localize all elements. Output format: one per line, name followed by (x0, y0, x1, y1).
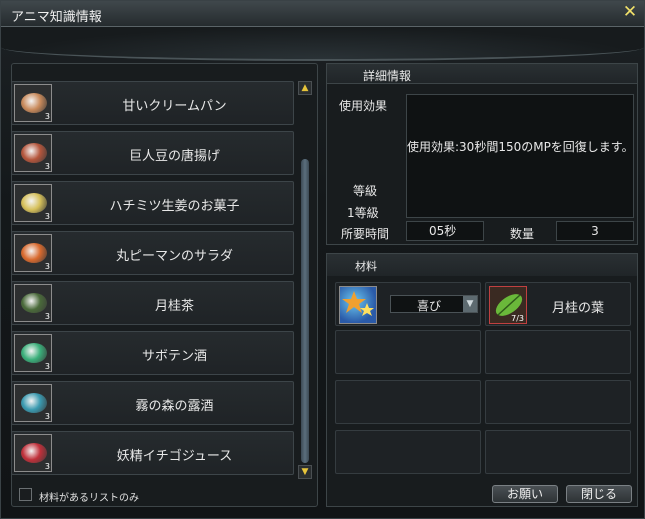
scroll-down-icon[interactable]: ▼ (298, 465, 312, 479)
list-item-label: 巨人豆の唐揚げ (128, 149, 220, 164)
item-swatch (21, 443, 47, 463)
list-item[interactable]: 3 霧の森の露酒 (11, 381, 294, 425)
materials-header-label: 材料 (355, 260, 377, 273)
salad-icon: 3 (14, 234, 52, 272)
materials-only-checkbox[interactable] (19, 488, 32, 501)
list-item[interactable]: 3 丸ピーマンのサラダ (11, 231, 294, 275)
item-count: 3 (44, 162, 50, 171)
item-swatch (21, 393, 47, 413)
scroll-thumb[interactable] (301, 159, 309, 463)
list-item[interactable]: 3 甘いクリームパン (11, 81, 294, 125)
item-count: 3 (44, 462, 50, 471)
list-item-label: サボテン酒 (141, 349, 207, 364)
item-count: 3 (44, 212, 50, 221)
grade-label: 等級 (353, 184, 378, 198)
list-item-label: 霧の森の露酒 (135, 399, 214, 414)
list-item[interactable]: 3 サボテン酒 (11, 331, 294, 375)
materials-header: 材料 (327, 254, 637, 276)
item-count: 3 (44, 312, 50, 321)
material-slot-emotion[interactable]: 喜び ▼ (335, 282, 481, 326)
item-swatch (21, 93, 47, 113)
item-count: 3 (44, 412, 50, 421)
list-item[interactable]: 3 巨人豆の唐揚げ (11, 131, 294, 175)
list-item-label: ハチミツ生姜のお菓子 (109, 199, 240, 214)
quantity-label: 数量 (510, 227, 535, 241)
time-label: 所要時間 (341, 227, 390, 241)
honey-snack-icon: 3 (14, 184, 52, 222)
detail-header-label: 詳細情報 (363, 69, 412, 83)
bread-icon: 3 (14, 84, 52, 122)
scroll-up-icon[interactable]: ▲ (298, 81, 312, 95)
list-item-label: 丸ピーマンのサラダ (115, 249, 233, 264)
leaf-count: 7/3 (511, 314, 524, 323)
material-slot-empty[interactable] (485, 430, 631, 474)
item-count: 3 (44, 362, 50, 371)
material-slot-leaf[interactable]: 7/3 月桂の葉 (485, 282, 631, 326)
item-swatch (21, 343, 47, 363)
star-icon (339, 286, 377, 324)
materials-panel: 材料 喜び ▼ 7/3 月桂の葉 (326, 253, 638, 507)
materials-only-label: 材料があるリストのみ (39, 493, 139, 504)
item-swatch (21, 293, 47, 313)
list-item-label: 月桂茶 (154, 299, 194, 314)
list-item[interactable]: 3 月桂茶 (11, 281, 294, 325)
effect-label: 使用効果 (339, 99, 388, 113)
detail-header: 詳細情報 (327, 64, 637, 84)
detail-panel: 詳細情報 使用効果 使用効果:30秒間150のMPを回復します。 等級 1等級 … (326, 63, 638, 245)
list-item[interactable]: 3 ハチミツ生姜のお菓子 (11, 181, 294, 225)
emotion-select-value: 喜び (417, 299, 442, 313)
time-value: 05秒 (406, 221, 484, 241)
cactus-liquor-icon: 3 (14, 334, 52, 372)
close-button[interactable]: 閉じる (566, 485, 632, 503)
material-slot-empty[interactable] (335, 330, 481, 374)
material-slot-empty[interactable] (335, 380, 481, 424)
item-swatch (21, 243, 47, 263)
item-swatch (21, 143, 47, 163)
chevron-down-icon[interactable]: ▼ (463, 296, 477, 312)
material-slot-empty[interactable] (485, 330, 631, 374)
strawberry-juice-icon: 3 (14, 434, 52, 472)
tea-icon: 3 (14, 284, 52, 322)
item-count: 3 (44, 112, 50, 121)
leaf-name: 月桂の葉 (552, 301, 605, 316)
list-item-label: 甘いクリームパン (122, 99, 227, 114)
list-item-label: 妖精イチゴジュース (116, 449, 233, 464)
close-icon[interactable]: ✕ (622, 4, 638, 21)
material-slot-empty[interactable] (335, 430, 481, 474)
list-item[interactable]: 3 妖精イチゴジュース (11, 431, 294, 475)
effect-text: 使用効果:30秒間150のMPを回復します。 (407, 140, 634, 154)
effect-box: 使用効果:30秒間150のMPを回復します。 (406, 94, 634, 218)
emotion-select[interactable]: 喜び ▼ (390, 295, 478, 313)
header-decoration (1, 27, 644, 61)
list-scrollbar[interactable]: ▲ ▼ (298, 81, 312, 479)
leaf-icon: 7/3 (489, 286, 527, 324)
item-count: 3 (44, 262, 50, 271)
anima-knowledge-window: アニマ知識情報 ✕ 3 甘いクリームパン 3 巨人豆の唐揚げ 3 ハチミツ生姜のお菓子 3 丸… (0, 0, 645, 519)
request-button[interactable]: お願い (492, 485, 558, 503)
material-slot-empty[interactable] (485, 380, 631, 424)
dew-liquor-icon: 3 (14, 384, 52, 422)
title-bar[interactable]: アニマ知識情報 ✕ (1, 1, 644, 27)
fried-beans-icon: 3 (14, 134, 52, 172)
grade-value: 1等級 (347, 206, 379, 220)
window-title: アニマ知識情報 (11, 10, 102, 25)
quantity-value: 3 (556, 221, 634, 241)
item-swatch (21, 193, 47, 213)
